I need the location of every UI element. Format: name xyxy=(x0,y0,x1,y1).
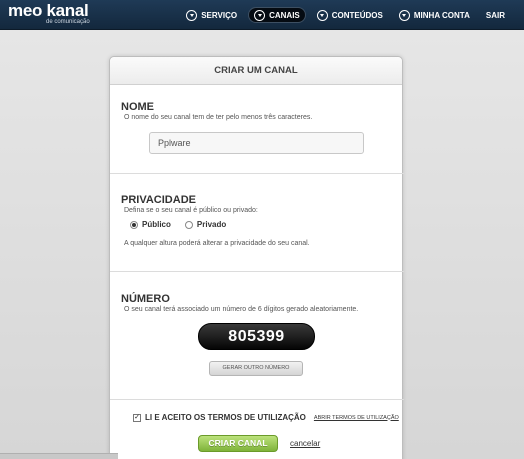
divider xyxy=(110,173,404,174)
generate-number-button[interactable]: GERAR OUTRO NÚMERO xyxy=(209,361,303,376)
logo[interactable]: meo kanal xyxy=(8,1,89,21)
privacy-note: A qualquer altura poderá alterar a priva… xyxy=(124,240,310,247)
chevron-down-icon xyxy=(316,9,328,21)
number-hint: O seu canal terá associado um número de … xyxy=(124,306,359,313)
nav-item-minha-conta[interactable]: MINHA CONTA xyxy=(394,7,475,23)
divider xyxy=(110,271,404,272)
horizontal-scrollbar[interactable] xyxy=(0,453,118,459)
divider xyxy=(110,399,404,400)
nav-item-label: CONTEÚDOS xyxy=(331,10,383,20)
radio-private-label: Privado xyxy=(196,220,227,229)
nav-item-servico[interactable]: SERVIÇO xyxy=(181,7,242,23)
nav-item-label: CANAIS xyxy=(269,10,300,20)
nav-item-label: SAIR xyxy=(485,10,505,20)
main-nav: SERVIÇO CANAIS CONTEÚDOS MINHA CONTA SAI… xyxy=(181,7,510,23)
privacy-hint: Defina se o seu canal é público ou priva… xyxy=(124,207,258,214)
number-section-title: NÚMERO xyxy=(121,293,170,305)
terms-label: LI E ACEITO OS TERMOS DE UTILIZAÇÃO xyxy=(145,413,306,422)
nav-item-conteudos[interactable]: CONTEÚDOS xyxy=(312,7,388,23)
logo-subtitle: de comunicação xyxy=(46,19,90,25)
name-section-title: NOME xyxy=(121,101,154,113)
nav-item-label: MINHA CONTA xyxy=(413,10,470,20)
open-terms-link[interactable]: ABRIR TERMOS DE UTILIZAÇÃO xyxy=(314,415,399,421)
nav-item-sair[interactable]: SAIR xyxy=(481,7,510,23)
radio-public-label: Público xyxy=(142,220,171,229)
radio-unchecked-icon[interactable] xyxy=(184,220,193,229)
privacy-options: Público Privado xyxy=(130,220,226,229)
top-bar: meo kanal de comunicação SERVIÇO CANAIS … xyxy=(0,0,524,30)
chevron-down-icon xyxy=(186,9,198,21)
channel-number-display: 805399 xyxy=(198,323,315,350)
privacy-section-title: PRIVACIDADE xyxy=(121,194,196,206)
create-channel-card: CRIAR UM CANAL NOME O nome do seu canal … xyxy=(109,56,404,459)
terms-row: ✓ LI E ACEITO OS TERMOS DE UTILIZAÇÃO AB… xyxy=(133,413,399,422)
terms-checkbox[interactable]: ✓ xyxy=(133,413,141,422)
name-hint: O nome do seu canal tem de ter pelo meno… xyxy=(124,114,313,121)
create-channel-button[interactable]: CRIAR CANAL xyxy=(198,435,278,452)
radio-public[interactable]: Público xyxy=(130,220,171,229)
radio-private[interactable]: Privado xyxy=(184,220,227,229)
chevron-down-icon xyxy=(254,9,266,21)
card-title: CRIAR UM CANAL xyxy=(110,57,402,85)
channel-name-input[interactable] xyxy=(149,132,364,154)
nav-item-label: SERVIÇO xyxy=(201,10,238,20)
cancel-link[interactable]: cancelar xyxy=(290,439,320,448)
chevron-down-icon xyxy=(398,9,410,21)
nav-item-canais[interactable]: CANAIS xyxy=(248,7,306,23)
radio-checked-icon[interactable] xyxy=(130,220,138,229)
